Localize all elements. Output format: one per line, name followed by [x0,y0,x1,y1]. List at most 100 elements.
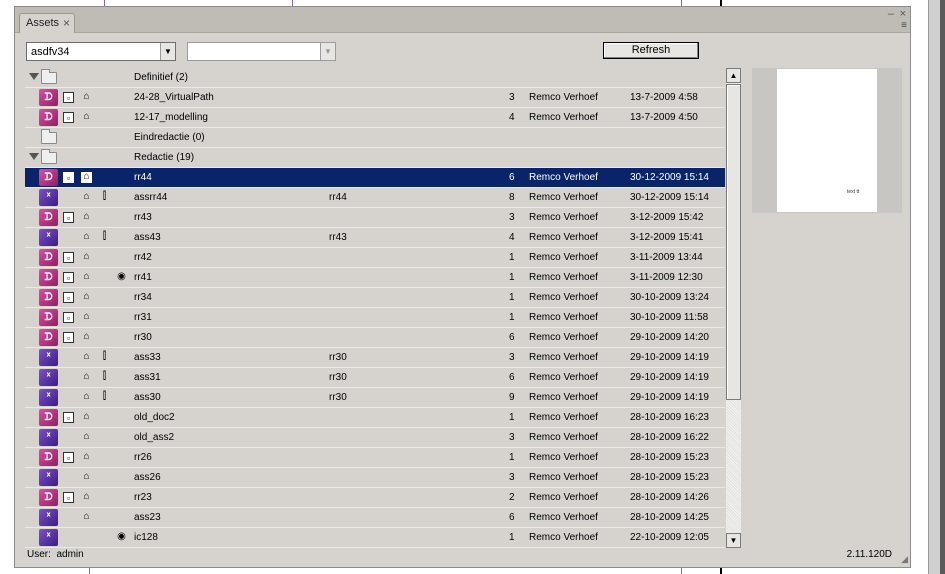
trash-icon[interactable]: ⌂ [81,252,92,263]
asset-name: rr41 [134,272,152,283]
asset-date: 28-10-2009 16:22 [630,432,709,443]
chevron-down-icon[interactable]: ▼ [160,43,175,60]
trash-icon[interactable]: ⌂ [81,92,92,103]
secondary-select[interactable]: ▼ [187,42,336,61]
scroll-down-icon[interactable]: ▼ [726,533,741,548]
resize-grip-icon[interactable]: ◢ [901,554,908,565]
paperclip-icon: ⫿ [102,351,107,362]
trash-icon[interactable]: ⌂ [81,212,92,223]
document-icon: ▫ [63,292,74,303]
trash-icon[interactable]: ⌂ [81,312,92,323]
asset-date: 28-10-2009 16:23 [630,412,709,423]
panel-menu-icon[interactable]: ≡ [901,20,907,31]
asset-date: 30-12-2009 15:14 [630,192,709,203]
asset-row[interactable]: ᗪ ▫ ⌂ rr43 3 Remco Verhoef 3-12-2009 15:42 [25,208,725,228]
asset-row[interactable]: ᗪ ▫ ⌂ ◉ rr41 1 Remco Verhoef 3-11-2009 12:30 [25,268,725,288]
asset-row[interactable]: ᕽ ⌂ ⫿ ass33 rr30 3 Remco Verhoef 29-10-2009 14:… [25,348,725,368]
asset-date: 22-10-2009 12:05 [630,532,709,543]
minimize-icon[interactable]: ‒ [888,8,894,20]
trash-icon[interactable]: ⌂ [81,392,92,403]
document-icon: ▫ [63,212,74,223]
asset-row[interactable]: ᗪ ▫ ⌂ rr26 1 Remco Verhoef 28-10-2009 15:23 [25,448,725,468]
asset-user: Remco Verhoef [529,372,598,383]
assets-panel: Assets × ‒ × ≡ asdfv34 ▼ ▼ Refresh Defin… [14,6,911,568]
asset-name: ass33 [134,352,161,363]
asset-row[interactable]: ᕽ ⌂ ass26 3 Remco Verhoef 28-10-2009 15:23 [25,468,725,488]
asset-row[interactable]: ᕽ ⌂ ⫿ ass43 rr43 4 Remco Verhoef 3-12-2009 15:4… [25,228,725,248]
asset-version: 1 [509,312,515,323]
folder-row[interactable]: Eindredactie (0) [25,128,725,148]
trash-icon[interactable]: ⌂ [81,512,92,523]
folder-row[interactable]: Definitief (2) [25,68,725,88]
asset-user: Remco Verhoef [529,332,598,343]
asset-row[interactable]: ᗪ ▫ ⌂ rr44 6 Remco Verhoef 30-12-2009 15:14 [25,168,725,188]
refresh-button[interactable]: Refresh [603,42,699,59]
incopy-article-icon: ᕽ [39,389,58,406]
asset-user: Remco Verhoef [529,232,598,243]
asset-user: Remco Verhoef [529,92,598,103]
asset-name: ass26 [134,472,161,483]
asset-user: Remco Verhoef [529,272,598,283]
document-icon: ▫ [63,452,74,463]
asset-user: Remco Verhoef [529,252,598,263]
folder-row[interactable]: Redactie (19) [25,148,725,168]
asset-row[interactable]: ᗪ ▫ ⌂ 24-28_VirtualPath 3 Remco Verhoef 13-7-2… [25,88,725,108]
trash-icon[interactable]: ⌂ [81,472,92,483]
trash-icon[interactable]: ⌂ [81,172,92,183]
trash-icon[interactable]: ⌂ [81,432,92,443]
expand-triangle-icon[interactable] [29,73,39,80]
scroll-up-icon[interactable]: ▲ [726,68,741,83]
asset-name: ass31 [134,372,161,383]
expand-triangle-icon[interactable] [29,153,39,160]
asset-row[interactable]: ᗪ ▫ ⌂ old_doc2 1 Remco Verhoef 28-10-2009 16:2… [25,408,725,428]
folder-name: Definitief (2) [134,72,188,83]
trash-icon[interactable]: ⌂ [81,272,92,283]
asset-user: Remco Verhoef [529,192,598,203]
asset-row[interactable]: ᕽ ⌂ ⫿ ass31 rr30 6 Remco Verhoef 29-10-2009 14:… [25,368,725,388]
trash-icon[interactable]: ⌂ [81,232,92,243]
asset-parent: rr30 [329,372,347,383]
asset-row[interactable]: ᗪ ▫ ⌂ 12-17_modelling 4 Remco Verhoef 13-7-200… [25,108,725,128]
background-guide [720,568,722,574]
trash-icon[interactable]: ⌂ [81,192,92,203]
asset-row[interactable]: ᕽ ⌂ ⫿ ass30 rr30 9 Remco Verhoef 29-10-2009 14:… [25,388,725,408]
scrollbar-thumb[interactable] [726,84,741,400]
trash-icon[interactable]: ⌂ [81,492,92,503]
trash-icon[interactable]: ⌂ [81,332,92,343]
asset-row[interactable]: ᕽ ⌂ ass23 6 Remco Verhoef 28-10-2009 14:25 [25,508,725,528]
trash-icon[interactable]: ⌂ [81,352,92,363]
tab-assets[interactable]: Assets × [19,13,75,33]
folder-icon [41,69,57,84]
asset-date: 29-10-2009 14:19 [630,352,709,363]
issue-select[interactable]: asdfv34 ▼ [26,42,176,61]
trash-icon[interactable]: ⌂ [81,292,92,303]
asset-parent: rr30 [329,392,347,403]
asset-row[interactable]: ᕽ ◉ ic128 1 Remco Verhoef 22-10-2009 12:05 [25,528,725,548]
trash-icon[interactable]: ⌂ [81,452,92,463]
asset-row[interactable]: ᗪ ▫ ⌂ rr42 1 Remco Verhoef 3-11-2009 13:44 [25,248,725,268]
asset-row[interactable]: ᗪ ▫ ⌂ rr30 6 Remco Verhoef 29-10-2009 14:20 [25,328,725,348]
asset-version: 9 [509,392,515,403]
asset-row[interactable]: ᗪ ▫ ⌂ rr23 2 Remco Verhoef 28-10-2009 14:26 [25,488,725,508]
asset-version: 3 [509,352,515,363]
asset-version: 6 [509,172,515,183]
indesign-layout-icon: ᗪ [39,89,58,106]
asset-row[interactable]: ᗪ ▫ ⌂ rr31 1 Remco Verhoef 30-10-2009 11:58 [25,308,725,328]
asset-tree[interactable]: Definitief (2) ᗪ ▫ ⌂ 24-28_VirtualPath 3 Remco… [25,68,725,548]
trash-icon[interactable]: ⌂ [81,412,92,423]
asset-date: 30-12-2009 15:14 [630,172,709,183]
asset-row[interactable]: ᕽ ⌂ ⫿ assrr44 rr44 8 Remco Verhoef 30-12-2009 1… [25,188,725,208]
document-icon: ▫ [63,332,74,343]
trash-icon[interactable]: ⌂ [81,112,92,123]
close-panel-icon[interactable]: × [900,8,906,20]
chevron-down-icon[interactable]: ▼ [320,43,335,60]
trash-icon[interactable]: ⌂ [81,372,92,383]
asset-version: 1 [509,252,515,263]
close-tab-icon[interactable]: × [63,16,70,30]
asset-row[interactable]: ᗪ ▫ ⌂ rr34 1 Remco Verhoef 30-10-2009 13:24 [25,288,725,308]
background-window-edge [928,0,945,574]
vertical-scrollbar[interactable]: ▲ ▼ [726,68,741,548]
asset-date: 3-12-2009 15:42 [630,212,704,223]
asset-row[interactable]: ᕽ ⌂ old_ass2 3 Remco Verhoef 28-10-2009 16:22 [25,428,725,448]
eye-icon: ◉ [117,271,126,282]
